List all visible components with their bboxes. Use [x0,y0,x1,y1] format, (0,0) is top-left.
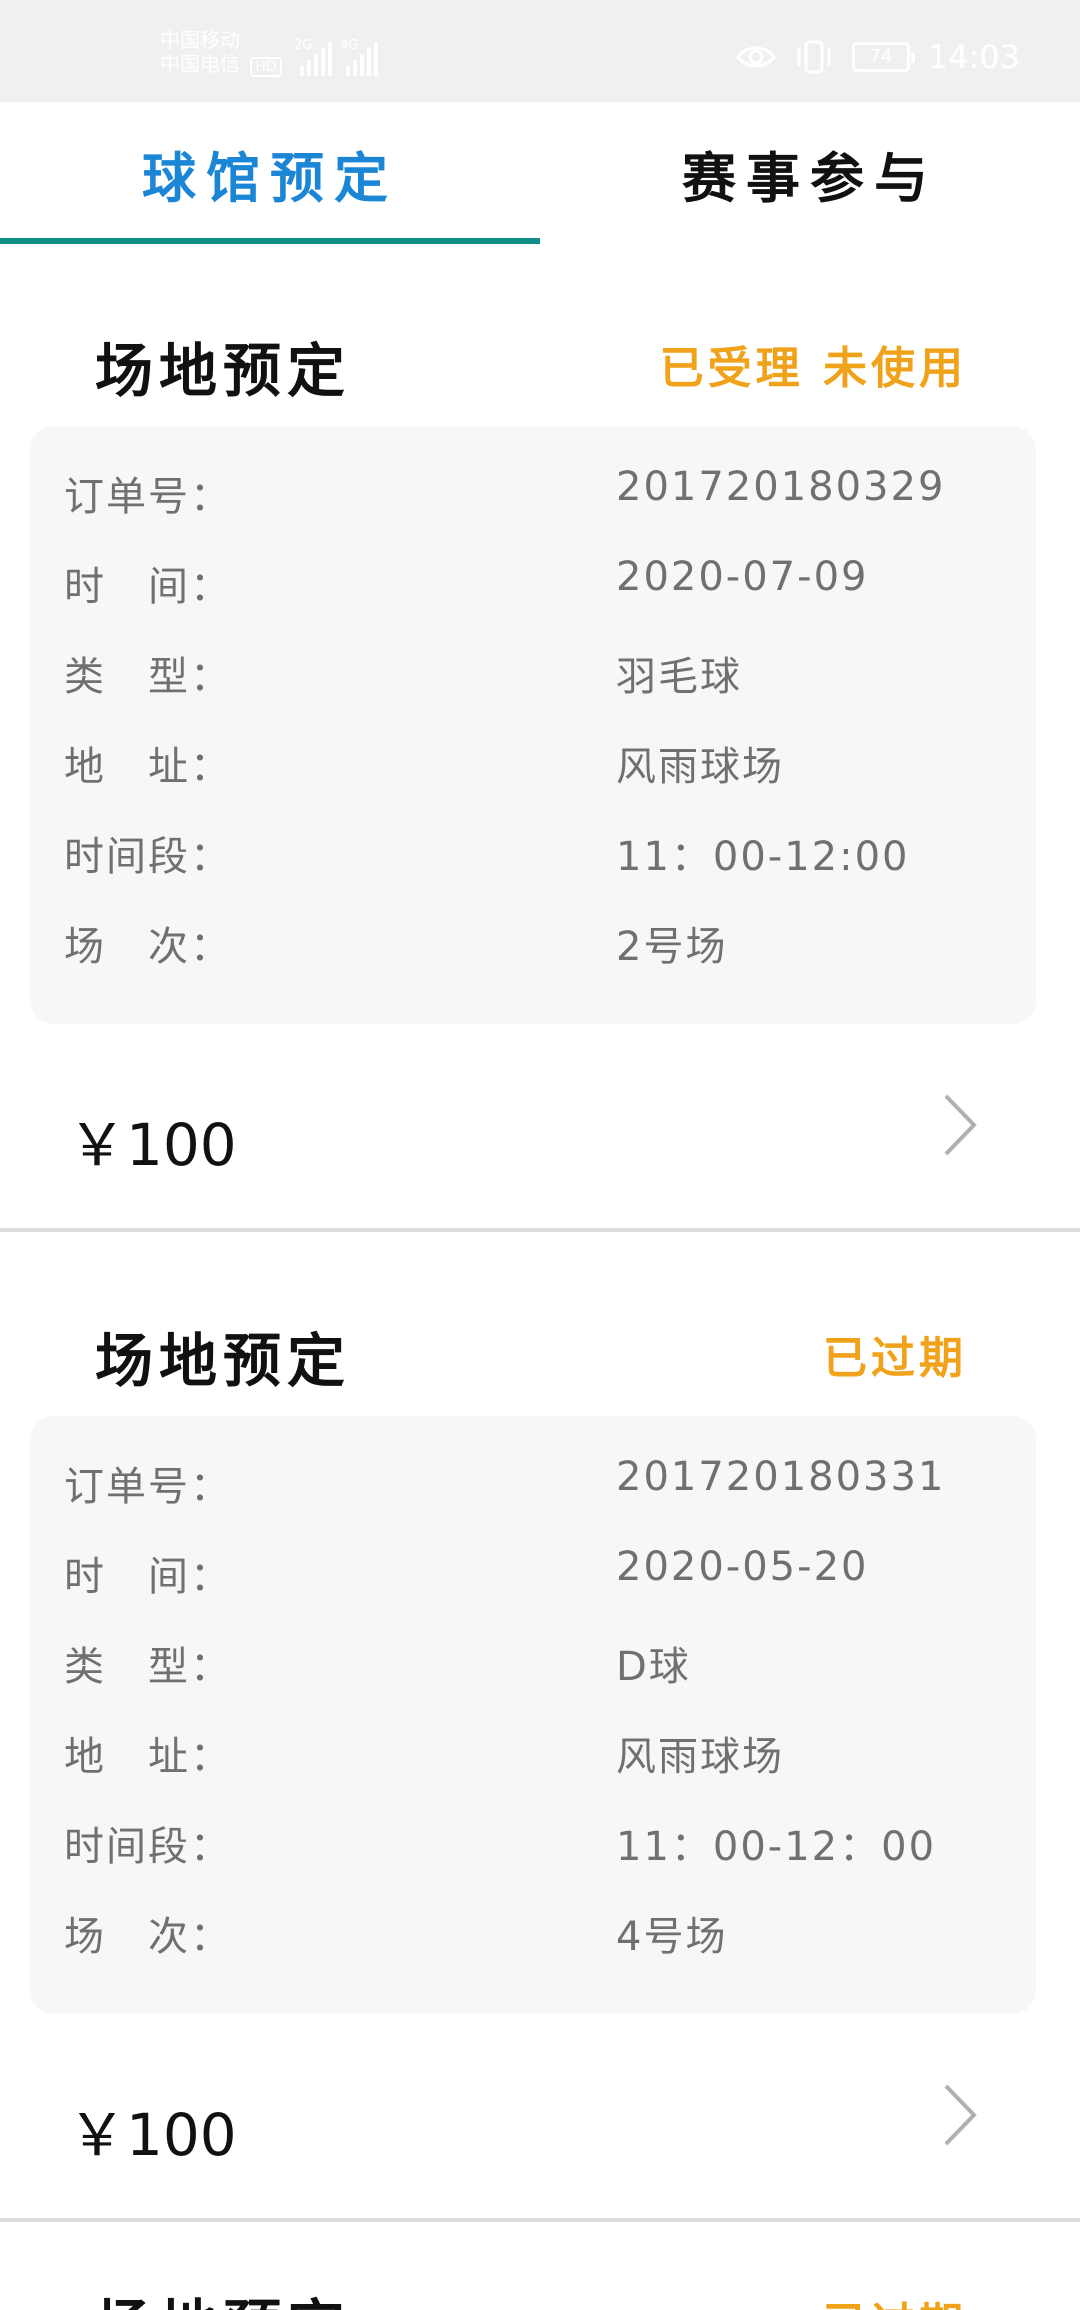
detail-row-address: 地 址： 风雨球场 [30,1716,1036,1780]
detail-label: 场 次： [64,1914,232,1960]
order-title: 场地预定 [95,2280,351,2310]
detail-label: 时 间： [64,1554,232,1600]
detail-value: 2号场 [616,924,728,970]
detail-label: 场 次： [64,924,232,970]
order-status: 已受理 未使用 [659,343,967,394]
signal-icon: 2G [294,38,332,76]
order-title: 场地预定 [95,1327,352,1395]
detail-value: 2020-05-20 [616,1544,869,1590]
signal-icon: 4G [340,38,378,76]
status-time: 14:03 [927,38,1020,76]
carrier-info: 中国移动 中国电信 HD [160,28,282,77]
order-title: 场地预定 [95,337,352,405]
detail-row-court: 场 次： 4号场 [30,1896,1036,1960]
detail-row-type: 类 型： 羽毛球 [30,636,1036,700]
detail-value: 风雨球场 [616,744,784,790]
detail-label: 订单号： [64,474,232,520]
signal-indicators: 2G 4G [294,38,378,76]
detail-label: 时 间： [64,564,232,610]
chevron-right-icon[interactable] [940,2082,980,2148]
signal-2-tag: 4G [340,38,359,53]
detail-row-time-slot: 时间段： 11：00-12:00 [30,816,1036,880]
detail-row-time-slot: 时间段： 11：00-12：00 [30,1806,1036,1870]
detail-value: D球 [616,1644,691,1690]
detail-value: 风雨球场 [616,1734,784,1780]
vibrate-icon [797,40,831,74]
detail-value: 2020-07-09 [616,554,869,600]
tab-event-participation[interactable]: 赛事参与 [540,102,1080,244]
order-price: ￥100 [68,2101,237,2169]
order-card[interactable]: 场地预定 已过期 订单号： 201720180331 时 间： 2020-05-… [0,1234,1080,2224]
signal-1-tag: 2G [294,38,313,53]
chevron-right-icon[interactable] [940,1092,980,1158]
detail-label: 地 址： [64,744,232,790]
tab-bar: 球馆预定 赛事参与 [0,102,1080,244]
detail-row-address: 地 址： 风雨球场 [30,726,1036,790]
detail-label: 订单号： [64,1464,232,1510]
detail-label: 类 型： [64,1644,232,1690]
carrier-1-label: 中国移动 [160,28,240,52]
order-details: 订单号： 201720180329 时 间： 2020-07-09 类 型： 羽… [30,426,1036,1024]
detail-row-date: 时 间： 2020-07-09 [30,546,1036,610]
status-right: 74 14:03 [735,38,1020,76]
eye-icon [735,46,776,68]
detail-row-type: 类 型： D球 [30,1626,1036,1690]
detail-row-order-number: 订单号： 201720180329 [30,456,1036,520]
order-details: 订单号： 201720180331 时 间： 2020-05-20 类 型： D… [30,1416,1036,2014]
tab-venue-booking[interactable]: 球馆预定 [0,102,540,244]
detail-value: 羽毛球 [616,654,742,700]
detail-row-court: 场 次： 2号场 [30,906,1036,970]
detail-value: 201720180329 [616,464,946,510]
hd-badge: HD [250,57,282,77]
battery-icon: 74 [851,42,915,72]
order-status: 已过期 [823,2288,967,2310]
detail-value: 11：00-12：00 [616,1824,937,1870]
divider [0,2218,1080,2222]
detail-value: 201720180331 [616,1454,946,1500]
detail-label: 时间段： [64,834,232,880]
detail-label: 时间段： [64,1824,232,1870]
detail-row-date: 时 间： 2020-05-20 [30,1536,1036,1600]
order-card[interactable]: 场地预定 已受理 未使用 订单号： 201720180329 时 间： 2020… [0,244,1080,1234]
detail-row-order-number: 订单号： 201720180331 [30,1446,1036,1510]
carrier-2-label: 中国电信 [160,52,240,76]
detail-label: 类 型： [64,654,232,700]
detail-value: 11：00-12:00 [616,834,910,880]
detail-value: 4号场 [616,1914,728,1960]
detail-label: 地 址： [64,1734,232,1780]
order-price: ￥100 [68,1111,237,1179]
order-card[interactable]: 场地预定 已过期 [0,2224,1080,2310]
order-status: 已过期 [823,1333,967,1384]
status-bar: 中国移动 中国电信 HD 2G 4G 74 14:03 [0,0,1080,102]
divider [0,1228,1080,1232]
